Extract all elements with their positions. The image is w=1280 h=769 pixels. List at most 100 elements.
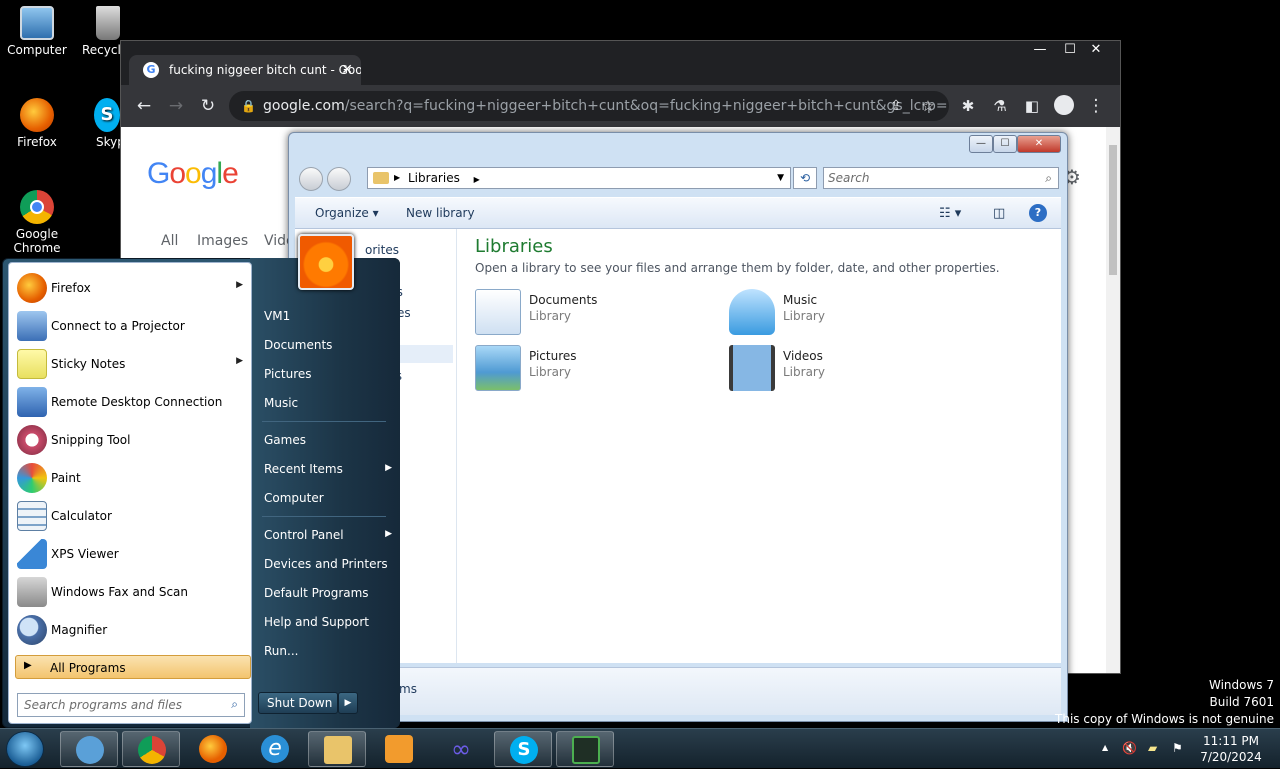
desktop-icon-firefox[interactable]: Firefox — [0, 98, 74, 149]
program-xps-viewer[interactable]: XPS Viewer — [15, 537, 247, 573]
profile-avatar-icon[interactable] — [1053, 95, 1075, 121]
start-link-pictures[interactable]: Pictures — [264, 367, 392, 381]
side-panel-icon[interactable]: ◧ — [1021, 95, 1043, 117]
search-icon: ⌕ — [1045, 171, 1052, 185]
program-label: XPS Viewer — [51, 547, 119, 561]
explorer-maximize-button[interactable]: ☐ — [993, 135, 1017, 153]
notes-icon[interactable]: ▰ — [1148, 741, 1157, 755]
menu-dots-icon[interactable]: ⋮ — [1085, 95, 1107, 117]
program-fax-scan[interactable]: Windows Fax and Scan — [15, 575, 247, 611]
forward-icon[interactable]: → — [165, 95, 187, 117]
action-center-flag-icon[interactable]: ⚑ — [1172, 741, 1183, 755]
extensions-icon[interactable]: ✱ — [957, 95, 979, 117]
taskbar-item-users[interactable] — [60, 731, 118, 767]
fax-scanner-icon — [17, 577, 47, 607]
labs-flask-icon[interactable]: ⚗ — [989, 95, 1011, 117]
program-connect-projector[interactable]: Connect to a Projector — [15, 309, 247, 345]
program-firefox[interactable]: Firefox ▶ — [15, 271, 247, 307]
library-videos[interactable]: Videos Library — [729, 345, 969, 397]
start-link-run[interactable]: Run... — [264, 644, 392, 658]
google-tab-all[interactable]: All — [161, 233, 178, 249]
desktop-icon-skype[interactable]: S Skyp — [82, 98, 122, 149]
clock[interactable]: 11:11 PM 7/20/2024 — [1198, 733, 1264, 765]
taskbar-item-internet-explorer[interactable]: e — [246, 731, 304, 767]
program-magnifier[interactable]: Magnifier — [15, 613, 247, 649]
library-pictures[interactable]: Pictures Library — [475, 345, 715, 397]
start-link-computer[interactable]: Computer — [264, 491, 392, 505]
shutdown-button[interactable]: Shut Down — [258, 692, 338, 714]
start-orb-button[interactable] — [6, 731, 44, 767]
submenu-arrow-icon[interactable]: ▶ — [236, 280, 243, 290]
help-icon[interactable]: ? — [1029, 204, 1047, 222]
tab-close-button[interactable]: ✕ — [341, 55, 353, 85]
program-remote-desktop[interactable]: Remote Desktop Connection — [15, 385, 247, 421]
taskbar-item-media-player[interactable] — [370, 731, 428, 767]
refresh-icon[interactable]: ⟲ — [793, 167, 817, 189]
lock-icon: 🔒 — [241, 99, 256, 113]
program-sticky-notes[interactable]: Sticky Notes ▶ — [15, 347, 247, 383]
show-hidden-icons-icon[interactable]: ▲ — [1102, 743, 1108, 752]
start-link-games[interactable]: Games — [264, 433, 392, 447]
taskbar-item-firefox[interactable] — [184, 731, 242, 767]
scrollbar-thumb[interactable] — [1109, 145, 1117, 275]
start-link-control-panel[interactable]: Control Panel ▶ — [264, 528, 392, 542]
breadcrumb[interactable]: Libraries — [408, 171, 460, 185]
start-link-help-support[interactable]: Help and Support — [264, 615, 392, 629]
submenu-arrow-icon[interactable]: ▶ — [236, 356, 243, 366]
taskbar-item-infinity[interactable]: ∞ — [432, 731, 490, 767]
search-placeholder: Search programs and files — [24, 698, 182, 712]
organize-button[interactable]: Organize ▾ — [315, 206, 379, 220]
reload-icon[interactable]: ↻ — [197, 95, 219, 117]
library-documents[interactable]: Documents Library — [475, 289, 715, 341]
browser-tab[interactable]: G fucking niggeer bitch cunt - Goo ✕ — [129, 55, 361, 85]
address-dropdown-icon[interactable]: ▼ — [777, 168, 784, 188]
explorer-close-button[interactable]: ✕ — [1017, 135, 1061, 153]
internet-explorer-icon: e — [261, 735, 289, 763]
url-path: /search?q=fucking+niggeer+bitch+cunt&oq=… — [344, 98, 949, 114]
desktop-icon-recycle-bin[interactable]: Recycle — [74, 6, 128, 57]
explorer-minimize-button[interactable]: — — [969, 135, 993, 153]
program-paint[interactable]: Paint — [15, 461, 247, 497]
view-options-icon[interactable]: ☷ ▾ — [939, 206, 961, 221]
start-link-devices-printers[interactable]: Devices and Printers — [264, 557, 392, 571]
chrome-minimize-button[interactable]: — — [1025, 41, 1055, 59]
user-avatar[interactable] — [298, 234, 354, 290]
explorer-window[interactable]: — ☐ ✕ ▶ Libraries ▶ ▼ ⟲ Search ⌕ Organiz… — [288, 132, 1068, 722]
start-link-music[interactable]: Music — [264, 396, 392, 410]
start-link-default-programs[interactable]: Default Programs — [264, 586, 392, 600]
volume-muted-icon[interactable]: 🔇 — [1122, 741, 1137, 755]
taskbar-item-chrome[interactable] — [122, 731, 180, 767]
start-link-documents[interactable]: Documents — [264, 338, 392, 352]
explorer-search-input[interactable]: Search ⌕ — [823, 167, 1059, 189]
bookmark-star-icon[interactable]: ☆ — [917, 95, 939, 117]
taskbar-item-task-manager[interactable] — [556, 731, 614, 767]
preview-pane-icon[interactable]: ◫ — [993, 206, 1005, 221]
address-bar[interactable]: 🔒 google.com/search?q=fucking+niggeer+bi… — [229, 91, 949, 121]
start-link-user[interactable]: VM1 — [264, 309, 392, 323]
taskbar-item-skype[interactable]: S — [494, 731, 552, 767]
new-library-button[interactable]: New library — [406, 206, 475, 220]
back-icon[interactable]: ← — [133, 95, 155, 117]
explorer-address-bar[interactable]: ▶ Libraries ▶ ▼ — [367, 167, 791, 189]
forward-button[interactable] — [327, 167, 351, 191]
taskbar-item-explorer[interactable] — [308, 731, 366, 767]
shutdown-options-arrow-icon[interactable]: ▶ — [338, 692, 358, 714]
page-scrollbar[interactable] — [1106, 127, 1120, 673]
program-snipping-tool[interactable]: Snipping Tool — [15, 423, 247, 459]
paint-palette-icon — [17, 463, 47, 493]
nav-item-favorites[interactable]: orites — [365, 243, 399, 257]
share-icon[interactable]: ⇪ — [885, 95, 907, 117]
breadcrumb-arrow-icon[interactable]: ▶ — [474, 175, 480, 184]
back-button[interactable] — [299, 167, 323, 191]
google-tab-images[interactable]: Images — [197, 233, 248, 249]
start-link-recent-items[interactable]: Recent Items ▶ — [264, 462, 392, 476]
nav-item-selected[interactable] — [399, 345, 453, 363]
infinity-icon: ∞ — [451, 735, 471, 763]
library-music[interactable]: Music Library — [729, 289, 969, 341]
all-programs-button[interactable]: ▶ All Programs — [15, 655, 251, 679]
program-calculator[interactable]: Calculator — [15, 499, 247, 535]
chrome-close-button[interactable]: ✕ — [1081, 41, 1111, 59]
desktop-icon-chrome[interactable]: Google Chrome — [0, 190, 74, 255]
start-search-input[interactable]: Search programs and files ⌕ — [17, 693, 245, 717]
desktop-icon-computer[interactable]: Computer — [0, 6, 74, 57]
